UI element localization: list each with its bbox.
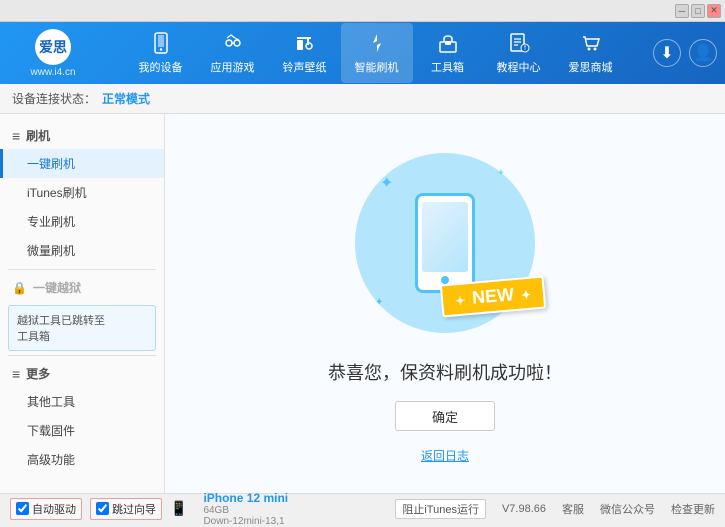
success-illustration: ✦ ✦ ✦ ✦ NEW ✦ bbox=[345, 143, 545, 343]
nav-apps-games-label: 应用游戏 bbox=[211, 59, 255, 75]
device-name: iPhone 12 mini bbox=[203, 491, 288, 505]
status-bar: 设备连接状态： 正常模式 bbox=[0, 84, 725, 114]
tutorial-icon bbox=[507, 31, 531, 55]
logo-area[interactable]: 爱思 www.i4.cn bbox=[8, 29, 98, 78]
nav-my-device-label: 我的设备 bbox=[139, 59, 183, 75]
sidebar-section-more: ≡ 更多 bbox=[0, 360, 164, 387]
nav-apps-games[interactable]: 应用游戏 bbox=[197, 23, 269, 83]
customer-service-link[interactable]: 客服 bbox=[562, 501, 584, 517]
nav-ringtone[interactable]: 铃声壁纸 bbox=[269, 23, 341, 83]
skip-wizard-checkbox[interactable] bbox=[96, 502, 109, 515]
wechat-public-link[interactable]: 微信公众号 bbox=[600, 501, 655, 517]
sparkle-2: ✦ bbox=[497, 168, 505, 179]
more-section-icon: ≡ bbox=[12, 366, 20, 382]
logo-icon: 爱思 bbox=[35, 29, 71, 65]
nav-bar: 爱思 www.i4.cn 我的设备 bbox=[0, 22, 725, 84]
version-text: V7.98.66 bbox=[502, 503, 546, 515]
phone-circle-bg: ✦ ✦ ✦ ✦ NEW ✦ bbox=[355, 153, 535, 333]
sidebar: ≡ 刷机 一键刷机 iTunes刷机 专业刷机 微量刷机 🔒 一键越狱 越狱工具… bbox=[0, 114, 165, 493]
user-btn[interactable]: 👤 bbox=[689, 39, 717, 67]
device-phone-icon: 📱 bbox=[170, 500, 187, 517]
sidebar-item-onekey[interactable]: 一键刷机 bbox=[0, 149, 164, 178]
back-log-link[interactable]: 返回日志 bbox=[421, 447, 469, 464]
sidebar-section-flash: ≡ 刷机 bbox=[0, 122, 164, 149]
ringtone-icon bbox=[293, 31, 317, 55]
check-update-link[interactable]: 检查更新 bbox=[671, 501, 715, 517]
sidebar-item-advanced[interactable]: 高级功能 bbox=[0, 445, 164, 474]
nav-store-label: 爱思商城 bbox=[569, 59, 613, 75]
nav-smart-flash-label: 智能刷机 bbox=[355, 59, 399, 75]
device-capacity: 64GB bbox=[203, 505, 288, 516]
success-text: 恭喜您，保资料刷机成功啦！ bbox=[328, 359, 562, 385]
title-bar: ─ □ ✕ bbox=[0, 0, 725, 22]
stop-itunes-btn[interactable]: 阻止iTunes运行 bbox=[395, 499, 486, 519]
window-controls[interactable]: ─ □ ✕ bbox=[675, 4, 721, 18]
sidebar-item-micro[interactable]: 微量刷机 bbox=[0, 236, 164, 265]
auto-drive-checkbox[interactable] bbox=[16, 502, 29, 515]
bottom-bar: 自动驱动 跳过向导 📱 iPhone 12 mini 64GB Down-12m… bbox=[0, 493, 725, 523]
smart-flash-icon bbox=[365, 31, 389, 55]
auto-drive-label: 自动驱动 bbox=[32, 501, 76, 517]
download-btn[interactable]: ⬇ bbox=[653, 39, 681, 67]
my-device-icon bbox=[149, 31, 173, 55]
sidebar-item-other-tools[interactable]: 其他工具 bbox=[0, 387, 164, 416]
close-btn[interactable]: ✕ bbox=[707, 4, 721, 18]
sparkle-1: ✦ bbox=[380, 173, 393, 193]
apps-games-icon bbox=[221, 31, 245, 55]
sidebar-divider-1 bbox=[8, 269, 156, 270]
minimize-btn[interactable]: ─ bbox=[675, 4, 689, 18]
sidebar-section-jailbreak: 🔒 一键越狱 bbox=[0, 274, 164, 301]
status-label: 设备连接状态： bbox=[12, 90, 96, 107]
nav-items: 我的设备 应用游戏 bbox=[98, 23, 653, 83]
nav-toolbox-label: 工具箱 bbox=[431, 59, 464, 75]
center-content: ✦ ✦ ✦ ✦ NEW ✦ 恭喜您，保资料刷机成功啦！ bbox=[165, 114, 725, 493]
nav-store[interactable]: 爱思商城 bbox=[555, 23, 627, 83]
phone-body bbox=[415, 193, 475, 293]
jailbreak-note-box: 越狱工具已跳转至工具箱 bbox=[8, 305, 156, 351]
nav-toolbox[interactable]: 工具箱 bbox=[413, 23, 483, 83]
checkbox-group: 自动驱动 bbox=[10, 498, 82, 520]
maximize-btn[interactable]: □ bbox=[691, 4, 705, 18]
confirm-button[interactable]: 确定 bbox=[395, 401, 495, 431]
jailbreak-note-text: 越狱工具已跳转至工具箱 bbox=[17, 315, 105, 343]
logo-text: www.i4.cn bbox=[30, 67, 75, 78]
phone-screen bbox=[422, 202, 468, 272]
nav-tutorial[interactable]: 教程中心 bbox=[483, 23, 555, 83]
sidebar-item-download-firmware[interactable]: 下载固件 bbox=[0, 416, 164, 445]
sidebar-item-itunes[interactable]: iTunes刷机 bbox=[0, 178, 164, 207]
device-info-area: iPhone 12 mini 64GB Down-12mini-13,1 bbox=[203, 491, 288, 527]
nav-my-device[interactable]: 我的设备 bbox=[125, 23, 197, 83]
phone-home-button bbox=[441, 276, 449, 284]
checkbox-group-2: 跳过向导 bbox=[90, 498, 162, 520]
bottom-right: 阻止iTunes运行 V7.98.66 客服 微信公众号 检查更新 bbox=[395, 499, 715, 519]
status-value: 正常模式 bbox=[102, 90, 150, 107]
nav-smart-flash[interactable]: 智能刷机 bbox=[341, 23, 413, 83]
nav-tutorial-label: 教程中心 bbox=[497, 59, 541, 75]
flash-section-icon: ≡ bbox=[12, 128, 20, 144]
device-model: Down-12mini-13,1 bbox=[203, 516, 288, 527]
store-icon bbox=[579, 31, 603, 55]
toolbox-icon bbox=[436, 31, 460, 55]
main-content: ≡ 刷机 一键刷机 iTunes刷机 专业刷机 微量刷机 🔒 一键越狱 越狱工具… bbox=[0, 114, 725, 493]
sidebar-item-pro[interactable]: 专业刷机 bbox=[0, 207, 164, 236]
skip-wizard-label: 跳过向导 bbox=[112, 501, 156, 517]
nav-right: ⬇ 👤 bbox=[653, 39, 717, 67]
nav-ringtone-label: 铃声壁纸 bbox=[283, 59, 327, 75]
lock-icon: 🔒 bbox=[12, 281, 27, 295]
sparkle-3: ✦ bbox=[375, 297, 383, 308]
sidebar-divider-2 bbox=[8, 355, 156, 356]
bottom-left: 自动驱动 跳过向导 📱 iPhone 12 mini 64GB Down-12m… bbox=[10, 491, 395, 527]
